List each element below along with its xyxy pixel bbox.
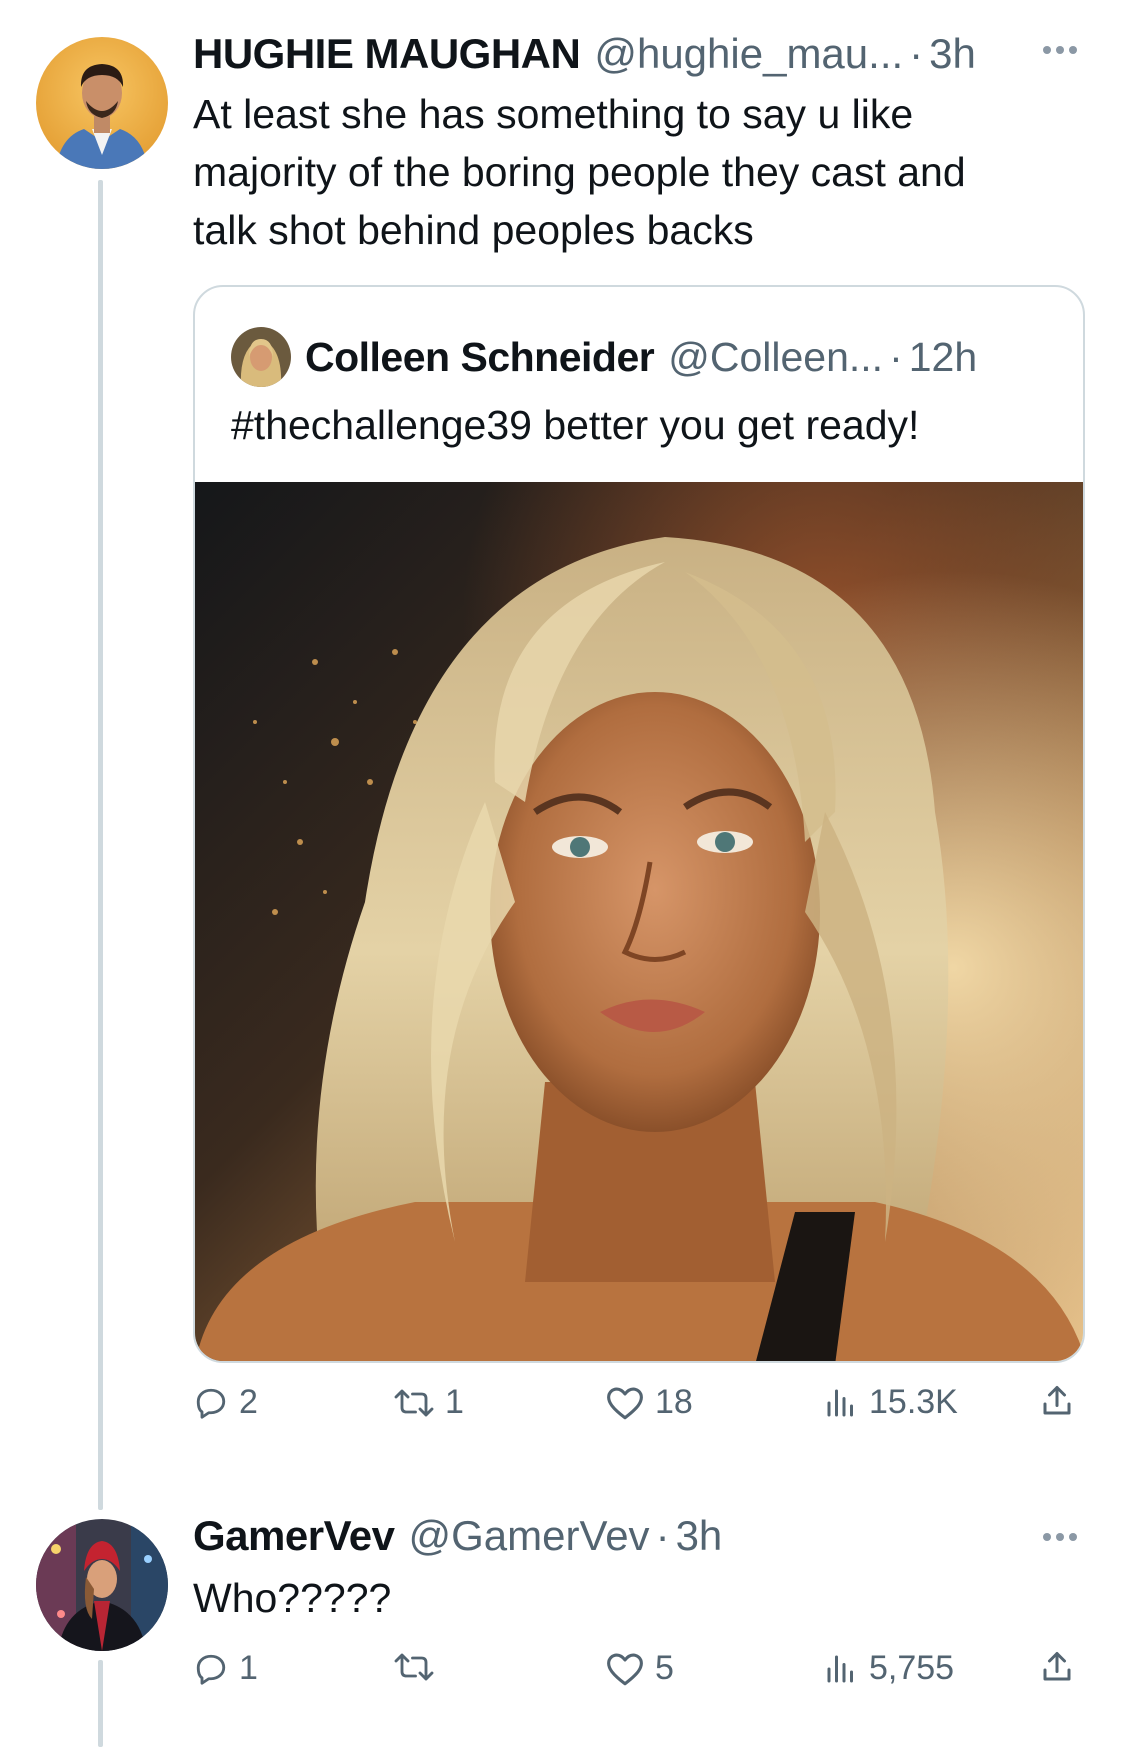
author-handle[interactable]: @hughie_mau... [594,33,903,75]
view-count: 5,755 [869,1649,955,1687]
tweet-text-line: majority of the boring people they cast … [193,149,966,195]
tweet-actions: 1 5 5,755 [193,1649,1085,1709]
share-button[interactable] [1039,1383,1075,1419]
reply-count: 2 [239,1383,258,1421]
quote-timestamp[interactable]: 12h [909,334,977,381]
like-count: 5 [655,1649,674,1687]
share-button[interactable] [1039,1649,1075,1685]
quoted-tweet-card[interactable]: Colleen Schneider @Colleen... · 12h #the… [193,285,1085,1363]
like-button[interactable]: 18 [605,1383,693,1422]
retweet-count: 1 [445,1383,464,1421]
like-button[interactable]: 5 [605,1649,674,1688]
quote-author-name[interactable]: Colleen Schneider [305,334,655,381]
views-button[interactable]: 15.3K [823,1383,958,1422]
quote-text: #thechallenge39 better you get ready! [231,402,920,448]
separator-dot: · [889,333,903,380]
retweet-icon [394,1653,434,1681]
thread-connector-line-bottom [98,1660,103,1747]
avatar[interactable] [36,37,168,169]
more-dots-icon[interactable] [1043,1533,1077,1541]
quote-photo[interactable] [195,482,1083,1361]
like-count: 18 [655,1383,693,1421]
author-name[interactable]: HUGHIE MAUGHAN [193,33,581,75]
tweet-text: Who????? [193,1575,392,1621]
views-button[interactable]: 5,755 [823,1649,954,1688]
author-handle[interactable]: @GamerVev [409,1515,650,1557]
separator-dot: · [909,30,924,77]
reply-button[interactable]: 1 [193,1649,258,1688]
tweet-text: At least she has something to say u like… [193,85,966,259]
more-dots-icon[interactable] [1043,46,1077,54]
thread-connector-line [98,180,103,1510]
author-name[interactable]: GamerVev [193,1515,395,1557]
tweet-text-line: At least she has something to say u like [193,91,914,137]
avatar[interactable] [36,1519,168,1651]
heart-icon [607,1387,643,1419]
share-icon [1043,1386,1071,1415]
share-icon [1043,1652,1071,1681]
quote-author-handle[interactable]: @Colleen... [668,334,883,381]
reply-button[interactable]: 2 [193,1383,258,1422]
reply-icon [196,1654,226,1685]
timestamp[interactable]: 3h [676,1515,723,1557]
retweet-button[interactable] [393,1649,435,1685]
separator-dot: · [655,1512,670,1559]
view-count: 15.3K [869,1383,958,1421]
heart-icon [607,1653,643,1685]
reply-count: 1 [239,1649,258,1687]
quote-avatar[interactable] [231,327,291,387]
reply-icon [196,1388,226,1419]
views-chart-icon [827,1655,853,1682]
tweet-text-line: talk shot behind peoples backs [193,207,754,253]
timestamp[interactable]: 3h [929,33,976,75]
retweet-icon [394,1389,434,1416]
views-chart-icon [827,1389,853,1416]
tweet-actions: 2 1 18 15.3K [193,1383,1085,1443]
retweet-button[interactable]: 1 [393,1383,464,1422]
